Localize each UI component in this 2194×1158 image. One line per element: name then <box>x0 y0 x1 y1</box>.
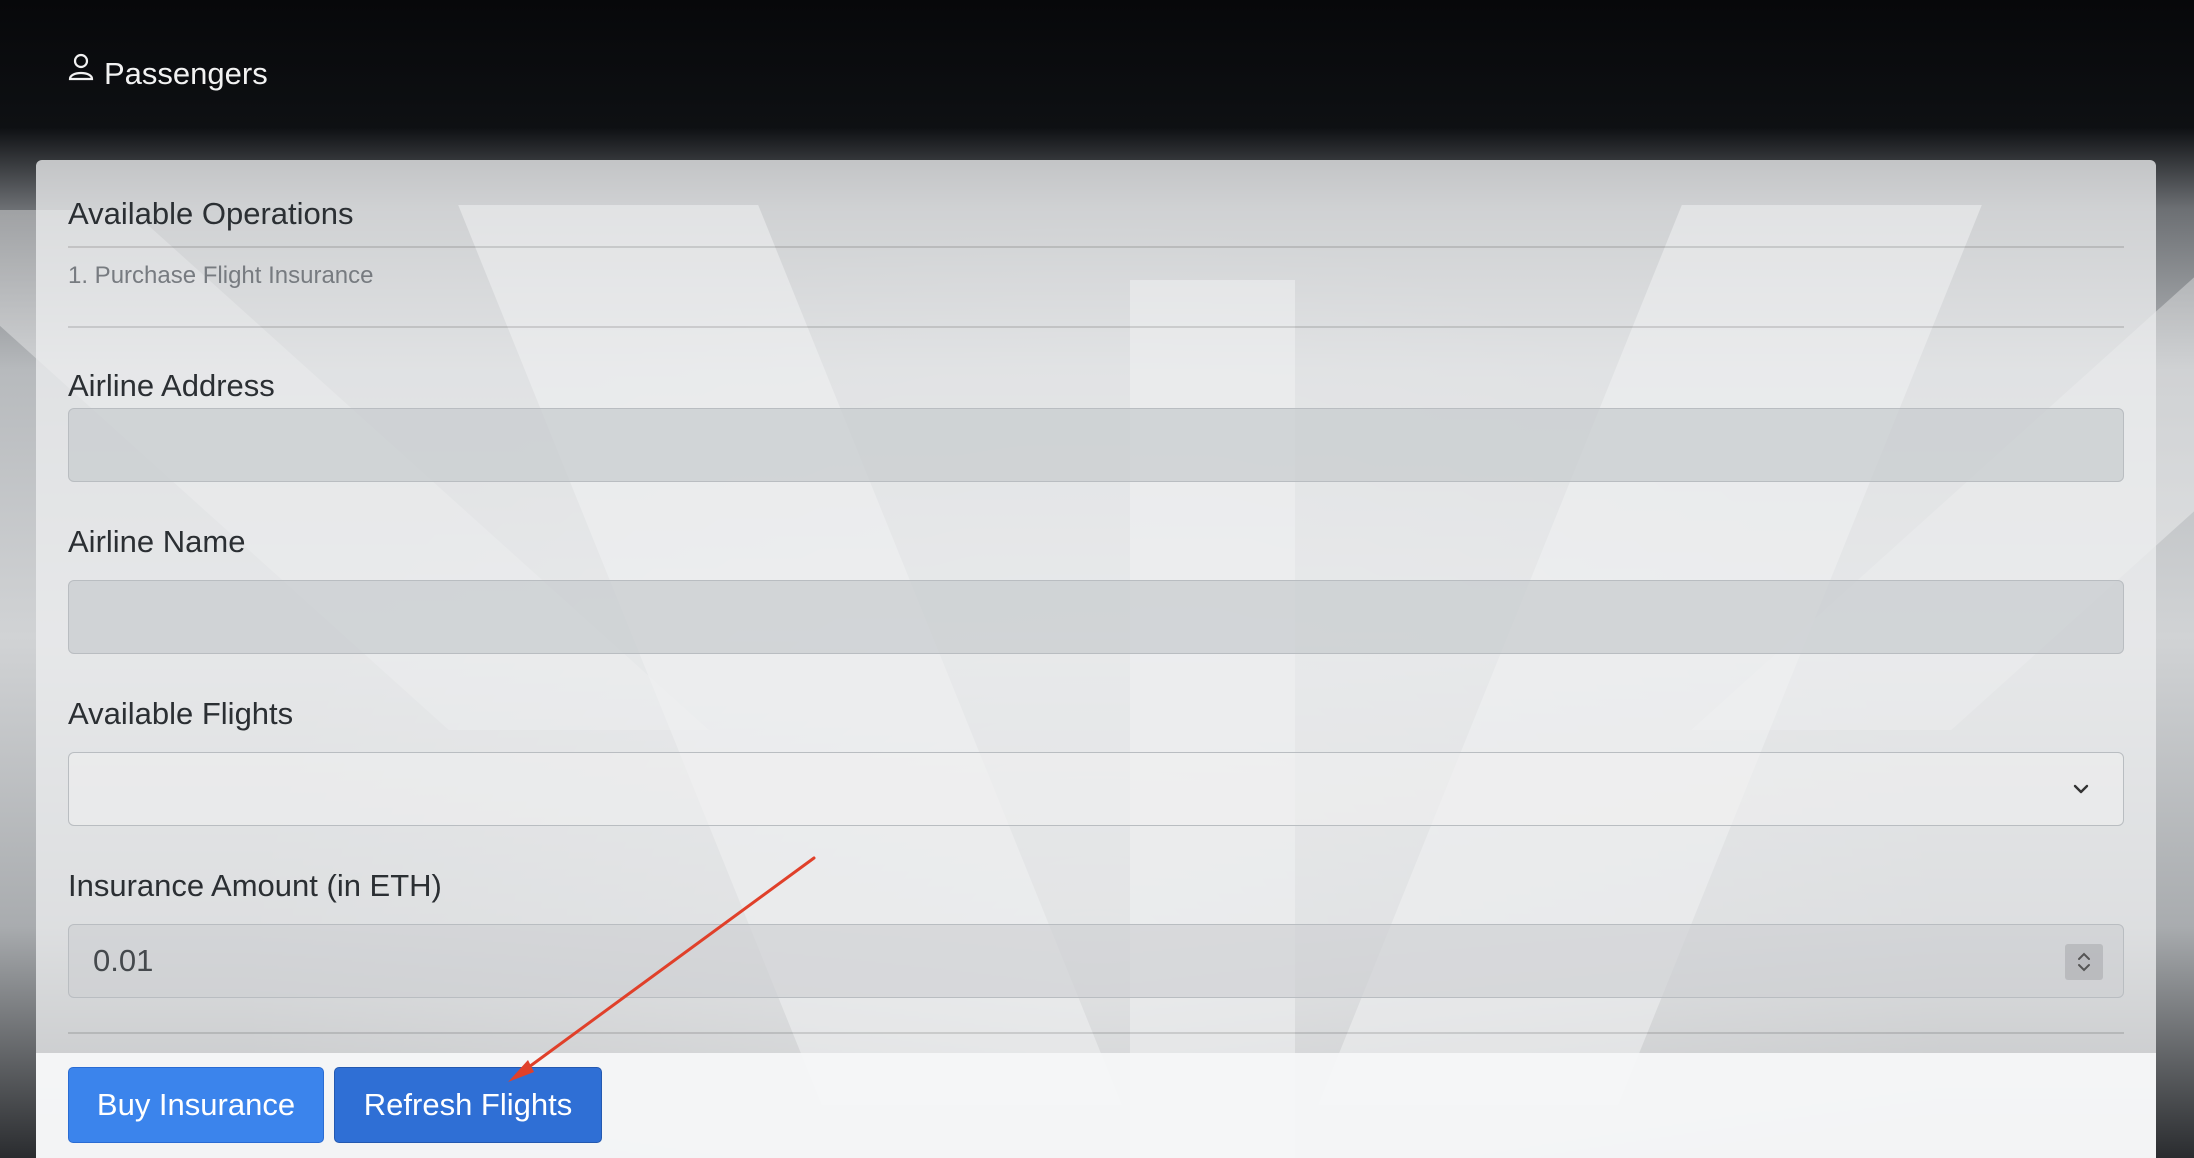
refresh-flights-button[interactable]: Refresh Flights <box>334 1067 602 1143</box>
available-flights-label: Available Flights <box>68 696 294 731</box>
available-flights-select[interactable] <box>68 752 2124 826</box>
chevron-down-icon <box>2070 778 2092 800</box>
insurance-amount-value: 0.01 <box>93 943 154 978</box>
divider <box>68 1032 2124 1034</box>
number-spinner[interactable] <box>2065 944 2103 980</box>
available-flights-select-wrap <box>68 752 2124 826</box>
nav-passengers-link[interactable]: Passengers <box>68 53 268 92</box>
nav-passengers-label: Passengers <box>104 56 268 91</box>
insurance-amount-input[interactable]: 0.01 <box>68 924 2124 998</box>
airline-name-input[interactable] <box>68 580 2124 654</box>
airline-address-label: Airline Address <box>68 368 275 403</box>
top-nav: Passengers <box>0 0 2194 160</box>
airline-name-label: Airline Name <box>68 524 246 559</box>
person-icon <box>68 53 94 81</box>
airline-address-input[interactable] <box>68 408 2124 482</box>
spinner-arrows-icon <box>2078 952 2090 972</box>
card-title: Available Operations <box>68 196 354 231</box>
operations-card: Available Operations 1. Purchase Flight … <box>36 160 2156 1158</box>
operation-subtitle: 1. Purchase Flight Insurance <box>68 262 374 289</box>
divider <box>68 246 2124 248</box>
divider <box>68 326 2124 328</box>
action-bar: Buy Insurance Refresh Flights <box>36 1053 2156 1158</box>
insurance-amount-label: Insurance Amount (in ETH) <box>68 868 442 903</box>
buy-insurance-button[interactable]: Buy Insurance <box>68 1067 324 1143</box>
